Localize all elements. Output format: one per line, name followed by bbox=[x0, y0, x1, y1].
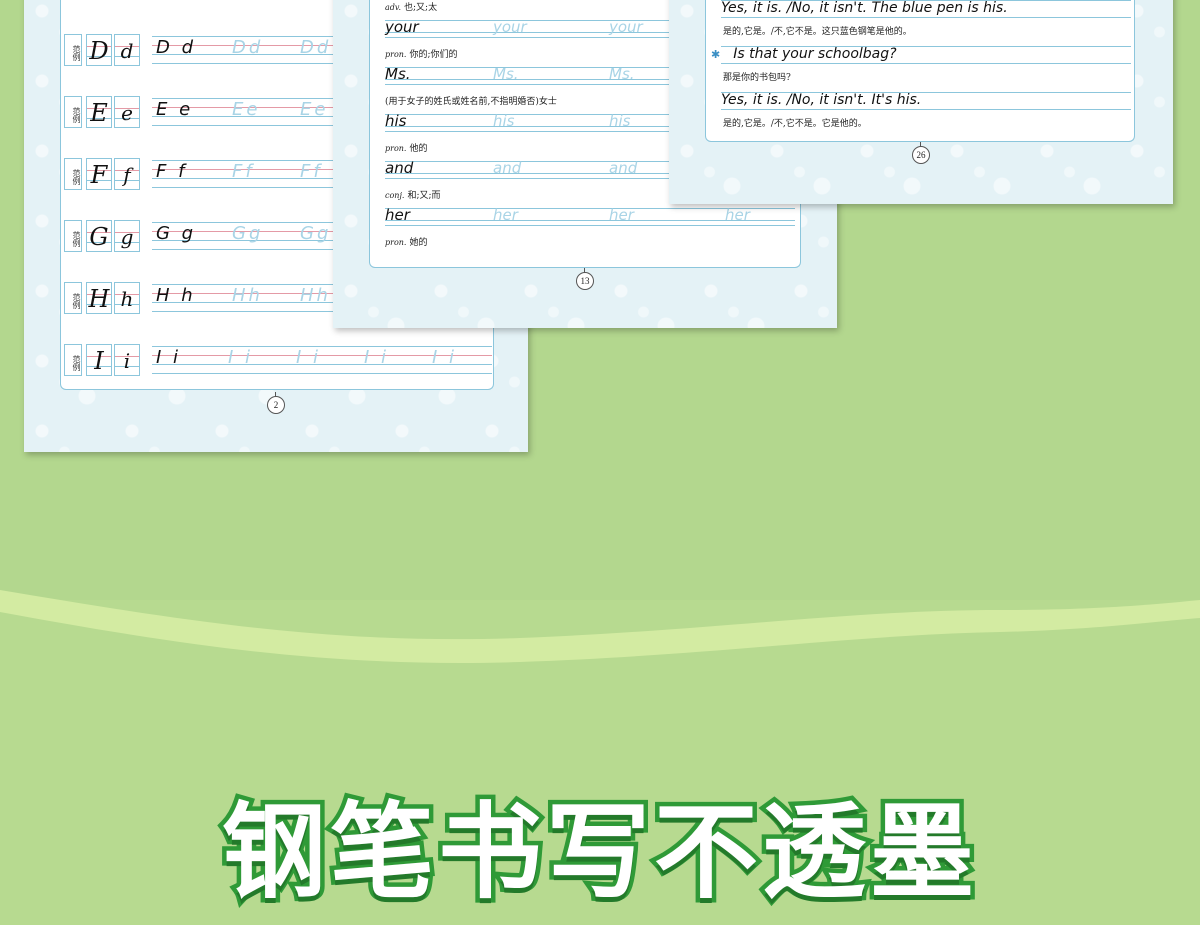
sentence-text: Is that your schoolbag? bbox=[733, 46, 897, 62]
sample-label: 范例 bbox=[64, 220, 82, 252]
headline: 钢笔书写不透墨 bbox=[217, 787, 978, 918]
trace-letters: I i bbox=[228, 347, 254, 368]
uppercase-sample: G bbox=[86, 220, 112, 252]
writing-guide-lines: her her her her bbox=[385, 206, 795, 226]
part-of-speech: pron. bbox=[385, 238, 407, 247]
star-icon: ✱ bbox=[711, 48, 721, 61]
trace-letters: I i bbox=[364, 347, 390, 368]
writing-guide-lines: I iI iI iI iI i bbox=[152, 346, 492, 374]
model-letters: D d bbox=[156, 37, 197, 58]
trace-word: her bbox=[609, 206, 634, 224]
part-of-speech: conj. bbox=[385, 191, 405, 200]
model-word: his bbox=[385, 112, 407, 130]
trace-letters: Ff bbox=[300, 161, 323, 182]
gloss-text: (用于女子的姓氏或姓名前,不指明婚否)女士 bbox=[385, 97, 557, 107]
sentence-line: Yes, it is. /No, it isn't. The blue pen … bbox=[721, 0, 1131, 18]
sentence-translation: 是的,它是。/不,它不是。它是他的。 bbox=[723, 119, 867, 129]
gloss-text: 你的;你们的 bbox=[409, 50, 458, 60]
trace-letters: I i bbox=[296, 347, 322, 368]
page-number: 13 bbox=[576, 268, 594, 290]
gloss-text: 她的 bbox=[409, 238, 428, 248]
lowercase-sample: i bbox=[114, 344, 140, 376]
uppercase-sample: E bbox=[86, 96, 112, 128]
gloss-text: 他的 bbox=[409, 144, 428, 154]
trace-letters: Dd bbox=[300, 37, 332, 58]
lowercase-sample: e bbox=[114, 96, 140, 128]
part-of-speech: pron. bbox=[385, 50, 407, 59]
sample-label: 范例 bbox=[64, 34, 82, 66]
sentence-line: Yes, it is. /No, it isn't. It's his. bbox=[721, 92, 1131, 110]
model-letters: F f bbox=[156, 161, 188, 182]
sample-label: 范例 bbox=[64, 96, 82, 128]
sample-label: 范例 bbox=[64, 158, 82, 190]
model-word: Ms. bbox=[385, 65, 411, 83]
trace-word: Ms. bbox=[493, 65, 519, 83]
uppercase-sample: D bbox=[86, 34, 112, 66]
part-of-speech: adv. bbox=[385, 3, 402, 12]
letter-row: 范例 Ii I i I i I i I i I i bbox=[64, 342, 494, 378]
sentence-translation: 那是你的书包吗? bbox=[723, 73, 791, 83]
sentence-text: Yes, it is. /No, it isn't. The blue pen … bbox=[721, 0, 1008, 16]
part-of-speech: pron. bbox=[385, 144, 407, 153]
trace-word: your bbox=[493, 18, 527, 36]
trace-word: and bbox=[493, 159, 522, 177]
trace-letters: Hh bbox=[300, 285, 331, 306]
model-letters: E e bbox=[156, 99, 194, 120]
trace-word: and bbox=[609, 159, 638, 177]
worksheet-sentences: Yes, it is. /No, it isn't. The blue pen … bbox=[669, 0, 1173, 204]
word-gloss: (用于女子的姓氏或姓名前,不指明婚否)女士 bbox=[385, 94, 557, 107]
word-gloss: pron. 他的 bbox=[385, 141, 427, 154]
lowercase-sample: g bbox=[114, 220, 140, 252]
word-gloss: pron. 你的;你们的 bbox=[385, 47, 458, 60]
model-letters: H h bbox=[156, 285, 196, 306]
lowercase-sample: h bbox=[114, 282, 140, 314]
trace-word: your bbox=[609, 18, 643, 36]
page-number: 26 bbox=[912, 142, 930, 164]
trace-word: her bbox=[493, 206, 518, 224]
gloss-text: 和;又;而 bbox=[407, 191, 441, 201]
gloss-text: 也;又;太 bbox=[404, 3, 438, 13]
model-word: her bbox=[385, 206, 410, 224]
decorative-wave bbox=[0, 590, 1200, 663]
trace-word: his bbox=[609, 112, 631, 130]
trace-letters: Ff bbox=[232, 161, 255, 182]
model-letters: G g bbox=[156, 223, 197, 244]
trace-letters: Gg bbox=[232, 223, 264, 244]
sentence-line: ✱ Is that your schoolbag? bbox=[711, 46, 1131, 64]
uppercase-sample: H bbox=[86, 282, 112, 314]
word-gloss: conj. 和;又;而 bbox=[385, 188, 441, 201]
sample-label: 范例 bbox=[64, 282, 82, 314]
trace-letters: Ee bbox=[232, 99, 261, 120]
lowercase-sample: f bbox=[114, 158, 140, 190]
word-gloss: pron. 她的 bbox=[385, 235, 427, 248]
word-gloss: adv. 也;又;太 bbox=[385, 0, 437, 13]
sentence-translation: 是的,它是。/不,它不是。这只蓝色钢笔是他的。 bbox=[723, 27, 912, 37]
page-number: 2 bbox=[267, 392, 285, 414]
uppercase-sample: I bbox=[86, 344, 112, 376]
model-word: and bbox=[385, 159, 414, 177]
trace-letters: I i bbox=[432, 347, 458, 368]
uppercase-sample: F bbox=[86, 158, 112, 190]
trace-letters: Ee bbox=[300, 99, 329, 120]
sentence-text: Yes, it is. /No, it isn't. It's his. bbox=[721, 92, 922, 108]
trace-word: her bbox=[725, 206, 750, 224]
model-word: your bbox=[385, 18, 419, 36]
trace-letters: Gg bbox=[300, 223, 332, 244]
trace-word: his bbox=[493, 112, 515, 130]
trace-letters: Dd bbox=[232, 37, 264, 58]
trace-word: Ms. bbox=[609, 65, 635, 83]
model-letters: I i bbox=[156, 347, 182, 368]
trace-letters: Hh bbox=[232, 285, 263, 306]
lowercase-sample: d bbox=[114, 34, 140, 66]
sample-label: 范例 bbox=[64, 344, 82, 376]
